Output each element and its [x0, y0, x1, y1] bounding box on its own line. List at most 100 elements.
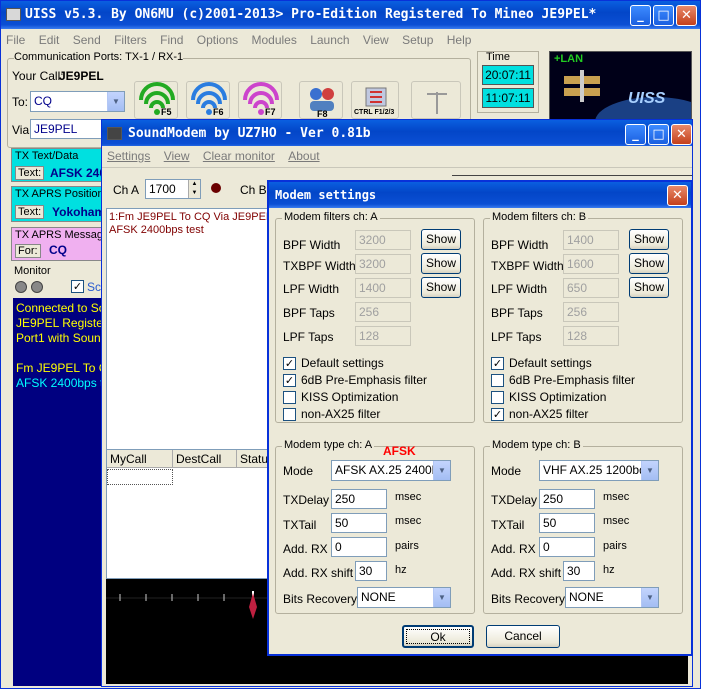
spin-icon[interactable]: ▲ ▼: [188, 180, 200, 198]
monitor-area[interactable]: Connected to SoundModem JE9PEL Registere…: [13, 298, 107, 686]
sm-maximize-icon[interactable]: □: [648, 124, 669, 145]
col-destcall[interactable]: DestCall: [173, 450, 237, 468]
cancel-button[interactable]: Cancel: [486, 625, 560, 648]
tx-aprs-pos-panel: TX APRS Position Text: Yokohama: [11, 186, 112, 222]
a-mode-select[interactable]: AFSK AX.25 2400bd ▼: [331, 460, 451, 481]
b-bpf-show-button[interactable]: Show: [629, 229, 669, 250]
ok-button[interactable]: Ok: [402, 625, 474, 648]
b-bpf-width-input[interactable]: 1400: [563, 230, 619, 250]
a-bpf-taps-input[interactable]: 256: [355, 302, 411, 322]
to-select[interactable]: CQ ▼: [30, 91, 125, 112]
antenna-icon: [427, 92, 447, 114]
minimize-icon[interactable]: _: [630, 5, 651, 26]
b-kiss-checkbox[interactable]: [491, 391, 504, 404]
menu-edit[interactable]: Edit: [34, 30, 65, 47]
a-kiss-checkbox[interactable]: [283, 391, 296, 404]
b-nonax25-label: non-AX25 filter: [509, 407, 589, 421]
b-txdelay-label: TXDelay: [491, 493, 538, 507]
menu-setup[interactable]: Setup: [397, 30, 438, 47]
a-addrx-input[interactable]: 0: [331, 537, 387, 557]
b-preemph-checkbox[interactable]: [491, 374, 504, 387]
col-mycall[interactable]: MyCall: [107, 450, 173, 468]
your-call-value: JE9PEL: [59, 69, 104, 83]
menu-file[interactable]: File: [1, 30, 30, 47]
modem-close-icon[interactable]: ✕: [667, 185, 688, 206]
menu-modules[interactable]: Modules: [247, 30, 302, 47]
a-txtail-input[interactable]: 50: [331, 513, 387, 533]
a-default-checkbox[interactable]: ✓: [283, 357, 296, 370]
menu-send[interactable]: Send: [68, 30, 106, 47]
a-preemph-checkbox[interactable]: ✓: [283, 374, 296, 387]
soundmodem-icon: [107, 127, 122, 140]
a-addrxshift-input[interactable]: 30: [355, 561, 387, 581]
wifi-pink-icon: [243, 82, 279, 115]
maximize-icon[interactable]: □: [653, 5, 674, 26]
antenna-button[interactable]: [411, 81, 461, 119]
b-lpf-width-label: LPF Width: [491, 282, 548, 296]
chevron-down-icon[interactable]: ▼: [641, 461, 658, 480]
sm-close-icon[interactable]: ✕: [671, 124, 692, 145]
menu-find[interactable]: Find: [155, 30, 188, 47]
a-nonax25-label: non-AX25 filter: [301, 407, 381, 421]
menu-options[interactable]: Options: [192, 30, 243, 47]
to-value: CQ: [34, 94, 52, 108]
sm-menu-about[interactable]: About: [283, 146, 324, 163]
a-lpf-taps-input[interactable]: 128: [355, 326, 411, 346]
sc-checkbox[interactable]: ✓: [71, 280, 84, 293]
close-icon[interactable]: ✕: [676, 5, 697, 26]
chevron-down-icon[interactable]: ▼: [107, 92, 124, 111]
b-mode-select[interactable]: VHF AX.25 1200bd ▼: [539, 460, 659, 481]
b-preemph-label: 6dB Pre-Emphasis filter: [509, 373, 636, 387]
sm-menu-settings[interactable]: Settings: [102, 146, 155, 163]
a-lpf-width-input[interactable]: 1400: [355, 278, 411, 298]
tx-text-panel: TX Text/Data Text: AFSK 2400bps test: [11, 148, 159, 182]
uiss-titlebar[interactable]: UISS v5.3. By ON6MU (c)2001-2013> Pro-Ed…: [1, 1, 700, 29]
menu-launch[interactable]: Launch: [305, 30, 354, 47]
b-addrxshift-input[interactable]: 30: [563, 561, 595, 581]
b-txbpf-width-input[interactable]: 1600: [563, 254, 619, 274]
b-nonax25-checkbox[interactable]: ✓: [491, 408, 504, 421]
b-default-checkbox[interactable]: ✓: [491, 357, 504, 370]
b-addrx-input[interactable]: 0: [539, 537, 595, 557]
a-txbpf-width-input[interactable]: 3200: [355, 254, 411, 274]
a-preemph-label: 6dB Pre-Emphasis filter: [301, 373, 428, 387]
b-bpf-taps-label: BPF Taps: [491, 306, 543, 320]
a-txbpf-show-button[interactable]: Show: [421, 253, 461, 274]
a-txdelay-input[interactable]: 250: [331, 489, 387, 509]
menu-help[interactable]: Help: [442, 30, 477, 47]
chevron-down-icon[interactable]: ▼: [433, 461, 450, 480]
chevron-down-icon[interactable]: ▼: [641, 588, 658, 607]
menu-filters[interactable]: Filters: [109, 30, 152, 47]
a-bits-label: Bits Recovery: [283, 592, 358, 606]
a-default-label: Default settings: [301, 356, 384, 370]
b-txtail-input[interactable]: 50: [539, 513, 595, 533]
a-kiss-label: KISS Optimization: [301, 390, 399, 404]
a-bits-select[interactable]: NONE ▼: [357, 587, 451, 608]
monitor-line: [16, 346, 104, 361]
b-lpf-show-button[interactable]: Show: [629, 277, 669, 298]
a-bpf-show-button[interactable]: Show: [421, 229, 461, 250]
app-icon: [6, 8, 21, 21]
table-row[interactable]: [107, 469, 173, 485]
for-value[interactable]: CQ: [49, 243, 67, 257]
a-bpf-width-input[interactable]: 3200: [355, 230, 411, 250]
tx-aprs-pos-label: TX APRS Position: [15, 188, 104, 200]
sm-menu-view[interactable]: View: [159, 146, 195, 163]
b-bpf-taps-input[interactable]: 256: [563, 302, 619, 322]
modem-titlebar[interactable]: Modem settings: [269, 182, 691, 208]
cha-input[interactable]: 1700 ▲ ▼: [145, 179, 201, 199]
b-txdelay-input[interactable]: 250: [539, 489, 595, 509]
soundmodem-titlebar[interactable]: SoundModem by UZ7HO - Ver 0.81b: [102, 120, 692, 148]
b-lpf-taps-input[interactable]: 128: [563, 326, 619, 346]
sm-minimize-icon[interactable]: _: [625, 124, 646, 145]
a-nonax25-checkbox[interactable]: [283, 408, 296, 421]
b-bits-select[interactable]: NONE ▼: [565, 587, 659, 608]
via-input[interactable]: JE9PEL: [30, 119, 104, 139]
a-txdelay-unit: msec: [395, 491, 422, 503]
b-txbpf-show-button[interactable]: Show: [629, 253, 669, 274]
sm-menu-clear[interactable]: Clear monitor: [198, 146, 280, 163]
b-lpf-width-input[interactable]: 650: [563, 278, 619, 298]
menu-view[interactable]: View: [358, 30, 394, 47]
chevron-down-icon[interactable]: ▼: [433, 588, 450, 607]
a-lpf-show-button[interactable]: Show: [421, 277, 461, 298]
